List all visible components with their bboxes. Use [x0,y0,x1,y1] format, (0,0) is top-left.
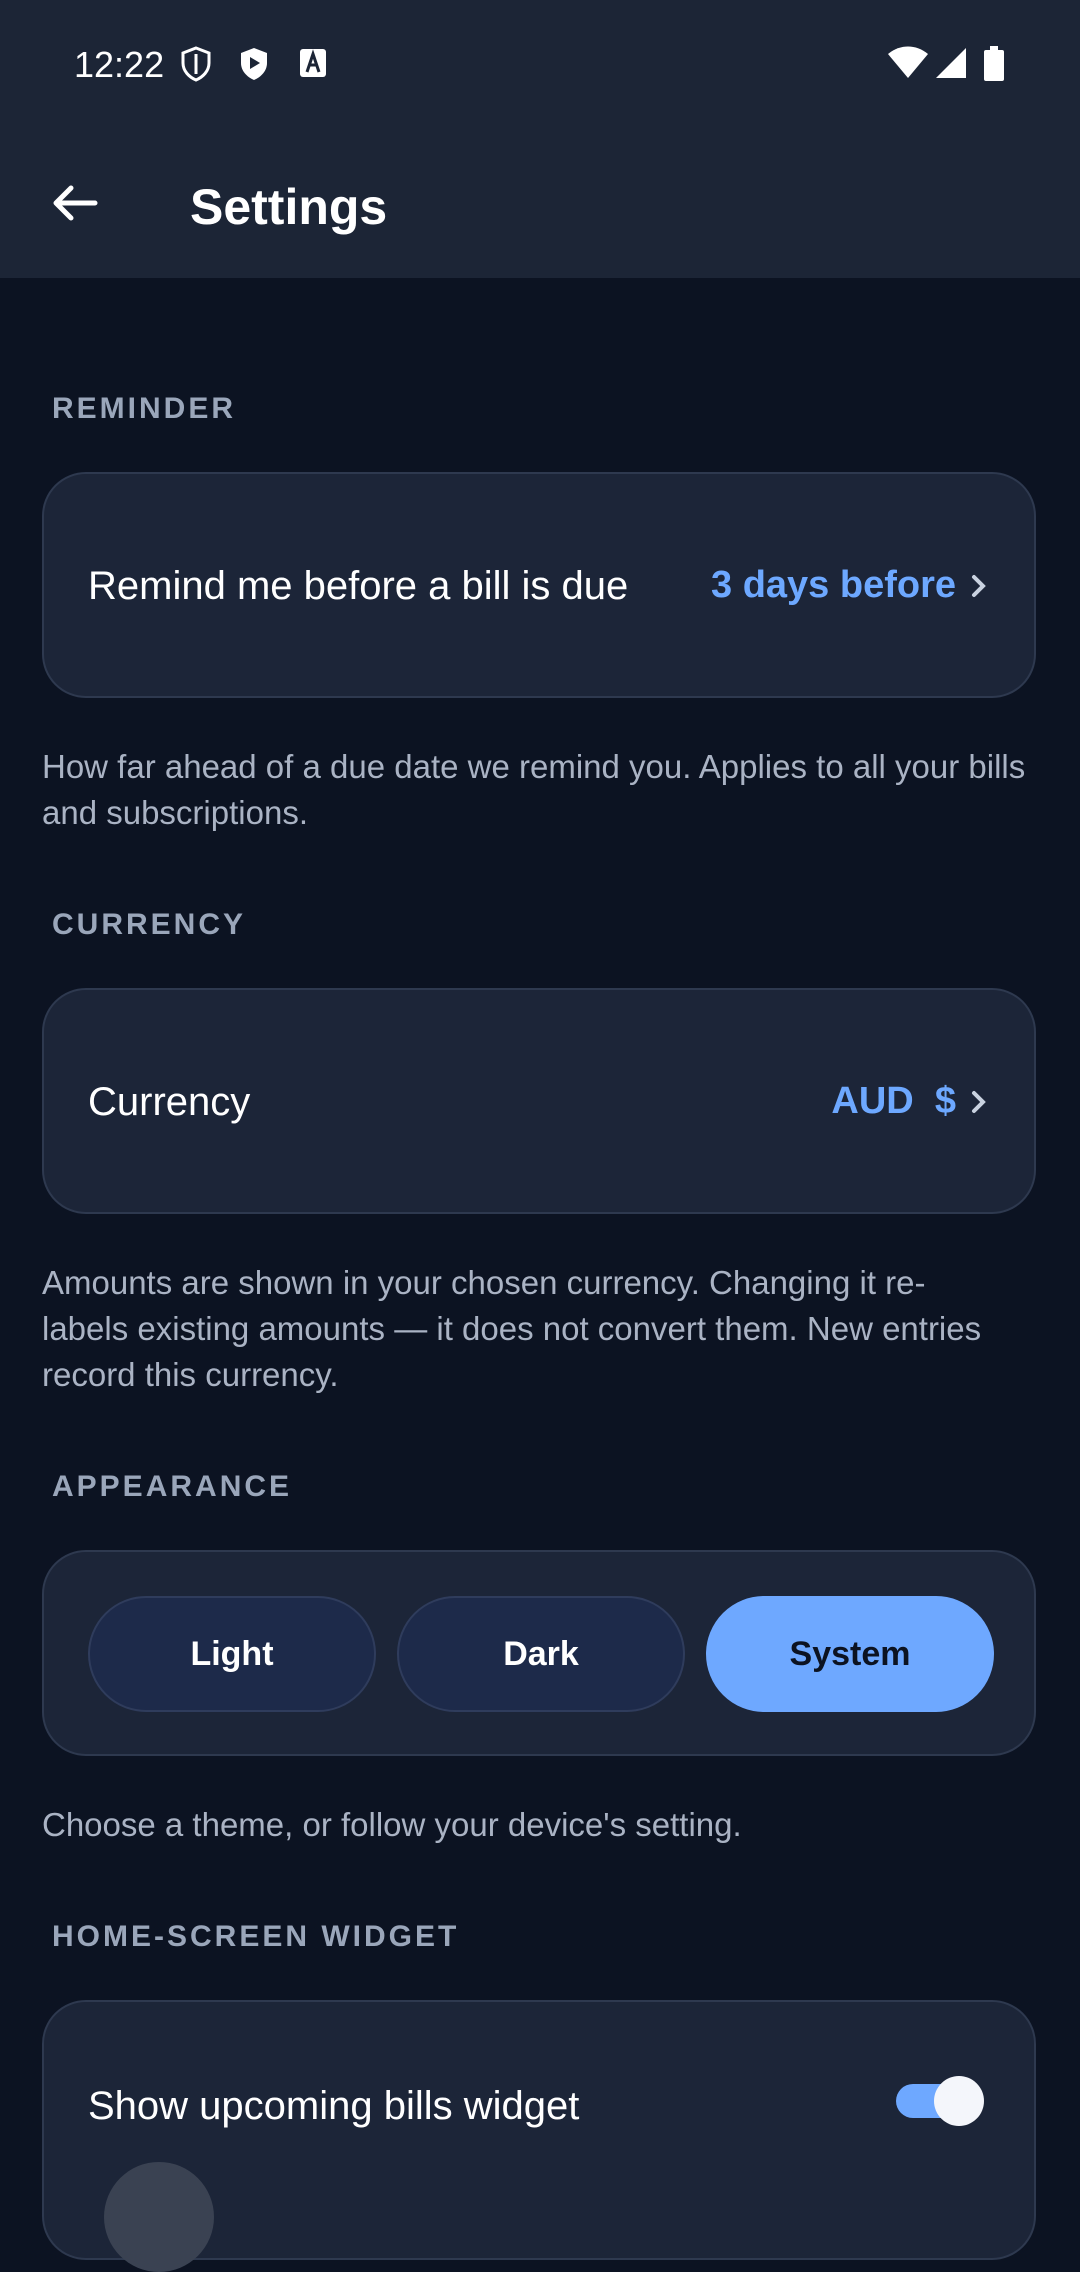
section-label-currency: CURRENCY [52,908,247,941]
page-title: Settings [190,179,388,235]
theme-option-dark[interactable]: Dark [397,1596,685,1712]
appearance-helper-text: Choose a theme, or follow your device's … [42,1806,742,1843]
wifi-icon [888,46,928,78]
section-label-appearance: APPEARANCE [52,1470,293,1503]
currency-value-text: AUD $ [831,1080,956,1122]
reminder-card[interactable]: Remind me before a bill is due 3 days be… [42,472,1036,698]
reminder-helper-text: How far ahead of a due date we remind yo… [42,748,1026,831]
status-time: 12:22 [74,44,165,85]
widget-preview-icon [104,2162,214,2272]
chevron-right-icon [972,1090,986,1113]
reminder-value[interactable]: 3 days before [711,564,988,607]
currency-label: Currency [88,1080,251,1124]
play-shield-icon [241,48,267,80]
section-label-widget: HOME-SCREEN WIDGET [52,1920,460,1953]
section-label-reminder: REMINDER [52,392,237,425]
appearance-card: Light Dark System [42,1550,1036,1756]
theme-option-system[interactable]: System [706,1596,994,1712]
widget-toggle-switch[interactable] [896,2076,984,2126]
top-app-bar: Settings [0,130,1080,278]
arrow-left-icon [53,185,98,221]
font-a-icon [300,49,326,77]
status-bar: 12:22 [0,0,1080,130]
reminder-label: Remind me before a bill is due [88,564,629,608]
currency-card[interactable]: Currency AUD $ [42,988,1036,1214]
theme-option-light[interactable]: Light [88,1596,376,1712]
signal-icon [936,48,966,78]
reminder-value-text: 3 days before [711,564,956,606]
widget-toggle-label: Show upcoming bills widget [88,2084,580,2128]
currency-helper-text: Amounts are shown in your chosen currenc… [42,1264,982,1393]
battery-icon [984,46,1004,81]
shield-outline-icon [181,46,211,82]
currency-value[interactable]: AUD $ [831,1080,988,1123]
chevron-right-icon [972,574,986,597]
toggle-thumb [934,2076,984,2126]
back-button[interactable] [42,170,108,236]
widget-card: Show upcoming bills widget [42,2000,1036,2272]
